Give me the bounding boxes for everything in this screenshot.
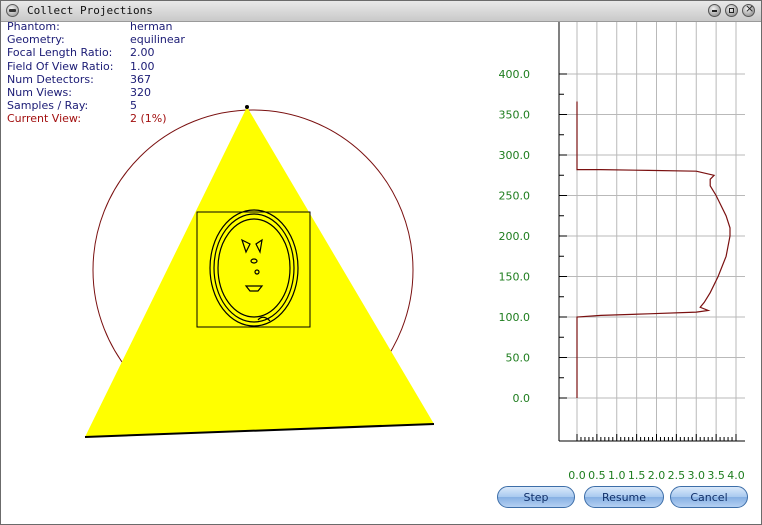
cancel-button[interactable]: Cancel <box>670 486 748 508</box>
y-tick-label: 100.0 <box>499 311 531 324</box>
info-value: 320 <box>130 85 151 99</box>
x-tick-label: 2.5 <box>668 469 686 482</box>
y-tick-label: 400.0 <box>499 68 531 81</box>
projection-curve <box>576 101 731 398</box>
x-tick-label: 2.0 <box>648 469 666 482</box>
info-label: Current View: <box>7 112 82 126</box>
info-label: Geometry: <box>7 33 65 47</box>
info-label: Field Of View Ratio: <box>7 59 114 73</box>
info-value: 2 (1%) <box>130 112 167 126</box>
info-value: 2.00 <box>130 46 155 60</box>
info-label: Num Views: <box>7 85 72 99</box>
x-tick-label: 4.0 <box>727 469 745 482</box>
step-button[interactable]: Step <box>497 486 575 508</box>
y-tick-label: 200.0 <box>499 230 531 243</box>
info-label: Samples / Ray: <box>7 99 89 113</box>
y-tick-label: 300.0 <box>499 149 531 162</box>
info-value: 367 <box>130 72 151 86</box>
info-value: 5 <box>130 99 137 113</box>
y-tick-label: 50.0 <box>506 352 531 365</box>
y-tick-label: 350.0 <box>499 109 531 122</box>
x-tick-label: 3.5 <box>707 469 725 482</box>
info-label: Num Detectors: <box>7 72 94 86</box>
chart-grid <box>559 22 745 441</box>
info-value: herman <box>130 20 173 33</box>
y-tick-label: 150.0 <box>499 271 531 284</box>
info-value: equilinear <box>130 33 185 47</box>
x-tick-label: 1.5 <box>628 469 646 482</box>
x-tick-label: 3.0 <box>688 469 706 482</box>
x-tick-label: 1.0 <box>608 469 626 482</box>
x-tick-label: 0.5 <box>588 469 606 482</box>
x-tick-label: 0.0 <box>568 469 586 482</box>
resume-button[interactable]: Resume <box>584 486 664 508</box>
info-label: Focal Length Ratio: <box>7 46 113 60</box>
projection-canvas: 0.0 0.5 1.0 1.5 2.0 2.5 3.0 3.5 4.00.050.0100.01… <box>84 22 745 482</box>
y-tick-label: 0.0 <box>513 392 531 405</box>
projection-chart: 0.0 0.5 1.0 1.5 2.0 2.5 3.0 3.5 4.00.050.0100.01… <box>499 22 745 482</box>
info-value: 1.00 <box>130 59 155 73</box>
info-label: Phantom: <box>7 20 60 33</box>
y-tick-label: 250.0 <box>499 190 531 203</box>
source-point <box>245 105 249 109</box>
